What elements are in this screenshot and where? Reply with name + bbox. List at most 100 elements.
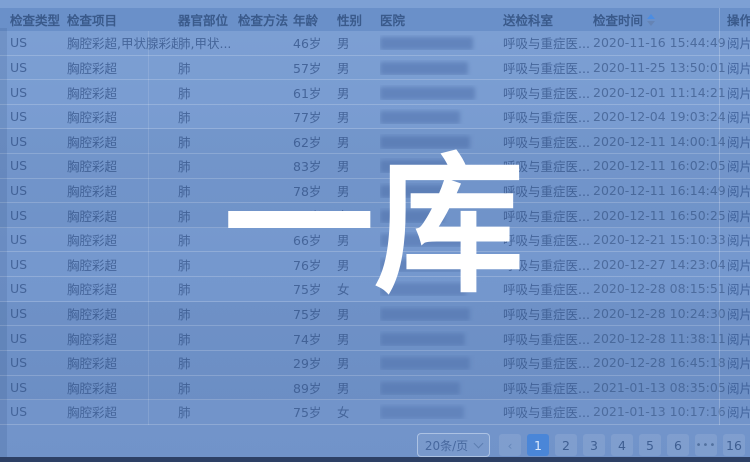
page-button-5[interactable]: 5 xyxy=(639,434,661,456)
hospital-redacted-blur xyxy=(380,87,475,100)
page-button-16[interactable]: 16 xyxy=(723,434,745,456)
view-images-link[interactable]: 阅片 xyxy=(727,135,750,150)
col-header-label: 器官部位 xyxy=(178,10,228,29)
cell-age: 29岁 xyxy=(293,353,337,372)
cell-time: 2020-12-11 16:02:05 xyxy=(593,158,727,173)
cell-type: US xyxy=(10,380,67,395)
view-images-link[interactable]: 阅片 xyxy=(727,405,750,420)
cell-hospital xyxy=(380,380,503,395)
table-row: US胸腔彩超肺62岁男呼吸与重症医...2020-12-11 14:00:14阅… xyxy=(0,129,750,154)
view-images-link[interactable]: 阅片 xyxy=(727,36,750,51)
cell-organ: 肺 xyxy=(178,304,238,323)
cell-age: 75岁 xyxy=(293,402,337,421)
col-header-label: 检查时间 xyxy=(593,10,643,29)
cell-age: 74岁 xyxy=(293,329,337,348)
hospital-redacted-blur xyxy=(380,37,473,50)
hospital-redacted-blur xyxy=(380,357,470,370)
table-row: US胸腔彩超肺77岁男呼吸与重症医...2020-12-04 19:03:24阅… xyxy=(0,105,750,130)
cell-time: 2020-12-28 10:24:30 xyxy=(593,306,727,321)
cell-organ: 肺 xyxy=(178,181,238,200)
page-button-1[interactable]: 1 xyxy=(527,434,549,456)
cell-organ: 肺,甲状... xyxy=(178,33,238,52)
view-images-link[interactable]: 阅片 xyxy=(727,332,750,347)
cell-time: 2020-12-01 11:14:21 xyxy=(593,85,727,100)
bottom-edge xyxy=(0,457,750,462)
cell-age: 46岁 xyxy=(293,33,337,52)
page-ellipsis[interactable]: ••• xyxy=(695,434,717,456)
col-header-time[interactable]: 检查时间 xyxy=(593,10,727,29)
cell-age: 75岁 xyxy=(293,304,337,323)
cell-action: 阅片 xyxy=(727,402,750,421)
sort-icons xyxy=(647,14,655,26)
page-button-3[interactable]: 3 xyxy=(583,434,605,456)
col-header-label: 年龄 xyxy=(293,10,318,29)
cell-hospital xyxy=(380,183,503,198)
page-size-select[interactable]: 20条/页 xyxy=(417,433,490,457)
cell-gender: 女 xyxy=(337,402,380,421)
cell-hospital xyxy=(380,60,503,75)
cell-organ: 肺 xyxy=(178,353,238,372)
hospital-redacted-blur xyxy=(380,333,465,346)
cell-age: 76岁 xyxy=(293,206,337,225)
cell-item: 胸腔彩超 xyxy=(67,329,178,348)
cell-action: 阅片 xyxy=(727,206,750,225)
cell-age: 57岁 xyxy=(293,58,337,77)
hospital-redacted-blur xyxy=(380,308,470,321)
view-images-link[interactable]: 阅片 xyxy=(727,184,750,199)
page-button-2[interactable]: 2 xyxy=(555,434,577,456)
cell-type: US xyxy=(10,281,67,296)
cell-dept: 呼吸与重症医... xyxy=(503,58,593,77)
col-header-method: 检查方法 xyxy=(238,10,293,29)
col-header-label: 送检科室 xyxy=(503,10,553,29)
view-images-link[interactable]: 阅片 xyxy=(727,61,750,76)
cell-organ: 肺 xyxy=(178,83,238,102)
col-header-label: 医院 xyxy=(380,10,405,29)
page-button-4[interactable]: 4 xyxy=(611,434,633,456)
cell-organ: 肺 xyxy=(178,107,238,126)
page-button-6[interactable]: 6 xyxy=(667,434,689,456)
cell-organ: 肺 xyxy=(178,279,238,298)
table-row: US胸腔彩超肺75岁男呼吸与重症医...2020-12-28 10:24:30阅… xyxy=(0,302,750,327)
pager: ‹ 123456 ••• 16 xyxy=(499,434,745,456)
cell-time: 2020-11-25 13:50:01 xyxy=(593,60,727,75)
cell-type: US xyxy=(10,257,67,272)
view-images-link[interactable]: 阅片 xyxy=(727,86,750,101)
cell-gender: 女 xyxy=(337,279,380,298)
table-row: US胸腔彩超肺74岁男呼吸与重症医...2020-12-28 11:38:11阅… xyxy=(0,326,750,351)
cell-item: 胸腔彩超 xyxy=(67,279,178,298)
cell-item: 胸腔彩超 xyxy=(67,83,178,102)
cell-type: US xyxy=(10,35,67,50)
cell-hospital xyxy=(380,208,503,223)
cell-type: US xyxy=(10,355,67,370)
cell-gender: 男 xyxy=(337,304,380,323)
cell-action: 阅片 xyxy=(727,378,750,397)
cell-gender: 男 xyxy=(337,132,380,151)
view-images-link[interactable]: 阅片 xyxy=(727,110,750,125)
cell-time: 2021-01-13 08:35:05 xyxy=(593,380,727,395)
cell-organ: 肺 xyxy=(178,206,238,225)
cell-time: 2020-12-21 15:10:33 xyxy=(593,232,727,247)
table-row: US胸腔彩超肺57岁男呼吸与重症医...2020-11-25 13:50:01阅… xyxy=(0,56,750,81)
cell-organ: 肺 xyxy=(178,378,238,397)
cell-type: US xyxy=(10,158,67,173)
exam-list-screen: 检查类型检查项目器官部位检查方法年龄性别医院送检科室检查时间操作 US胸腔彩超,… xyxy=(0,0,750,462)
view-images-link[interactable]: 阅片 xyxy=(727,258,750,273)
cell-hospital xyxy=(380,257,503,272)
col-header-label: 操作 xyxy=(727,10,750,29)
view-images-link[interactable]: 阅片 xyxy=(727,356,750,371)
view-images-link[interactable]: 阅片 xyxy=(727,233,750,248)
hospital-redacted-blur xyxy=(380,382,460,395)
view-images-link[interactable]: 阅片 xyxy=(727,282,750,297)
cell-time: 2020-12-04 19:03:24 xyxy=(593,109,727,124)
view-images-link[interactable]: 阅片 xyxy=(727,307,750,322)
cell-gender: 女 xyxy=(337,206,380,225)
table-row: US胸腔彩超肺75岁女呼吸与重症医...2020-12-28 08:15:51阅… xyxy=(0,277,750,302)
cell-age: 83岁 xyxy=(293,156,337,175)
cell-hospital xyxy=(380,232,503,247)
view-images-link[interactable]: 阅片 xyxy=(727,159,750,174)
prev-page-button[interactable]: ‹ xyxy=(499,434,521,456)
view-images-link[interactable]: 阅片 xyxy=(727,209,750,224)
cell-organ: 肺 xyxy=(178,329,238,348)
cell-type: US xyxy=(10,134,67,149)
view-images-link[interactable]: 阅片 xyxy=(727,381,750,396)
